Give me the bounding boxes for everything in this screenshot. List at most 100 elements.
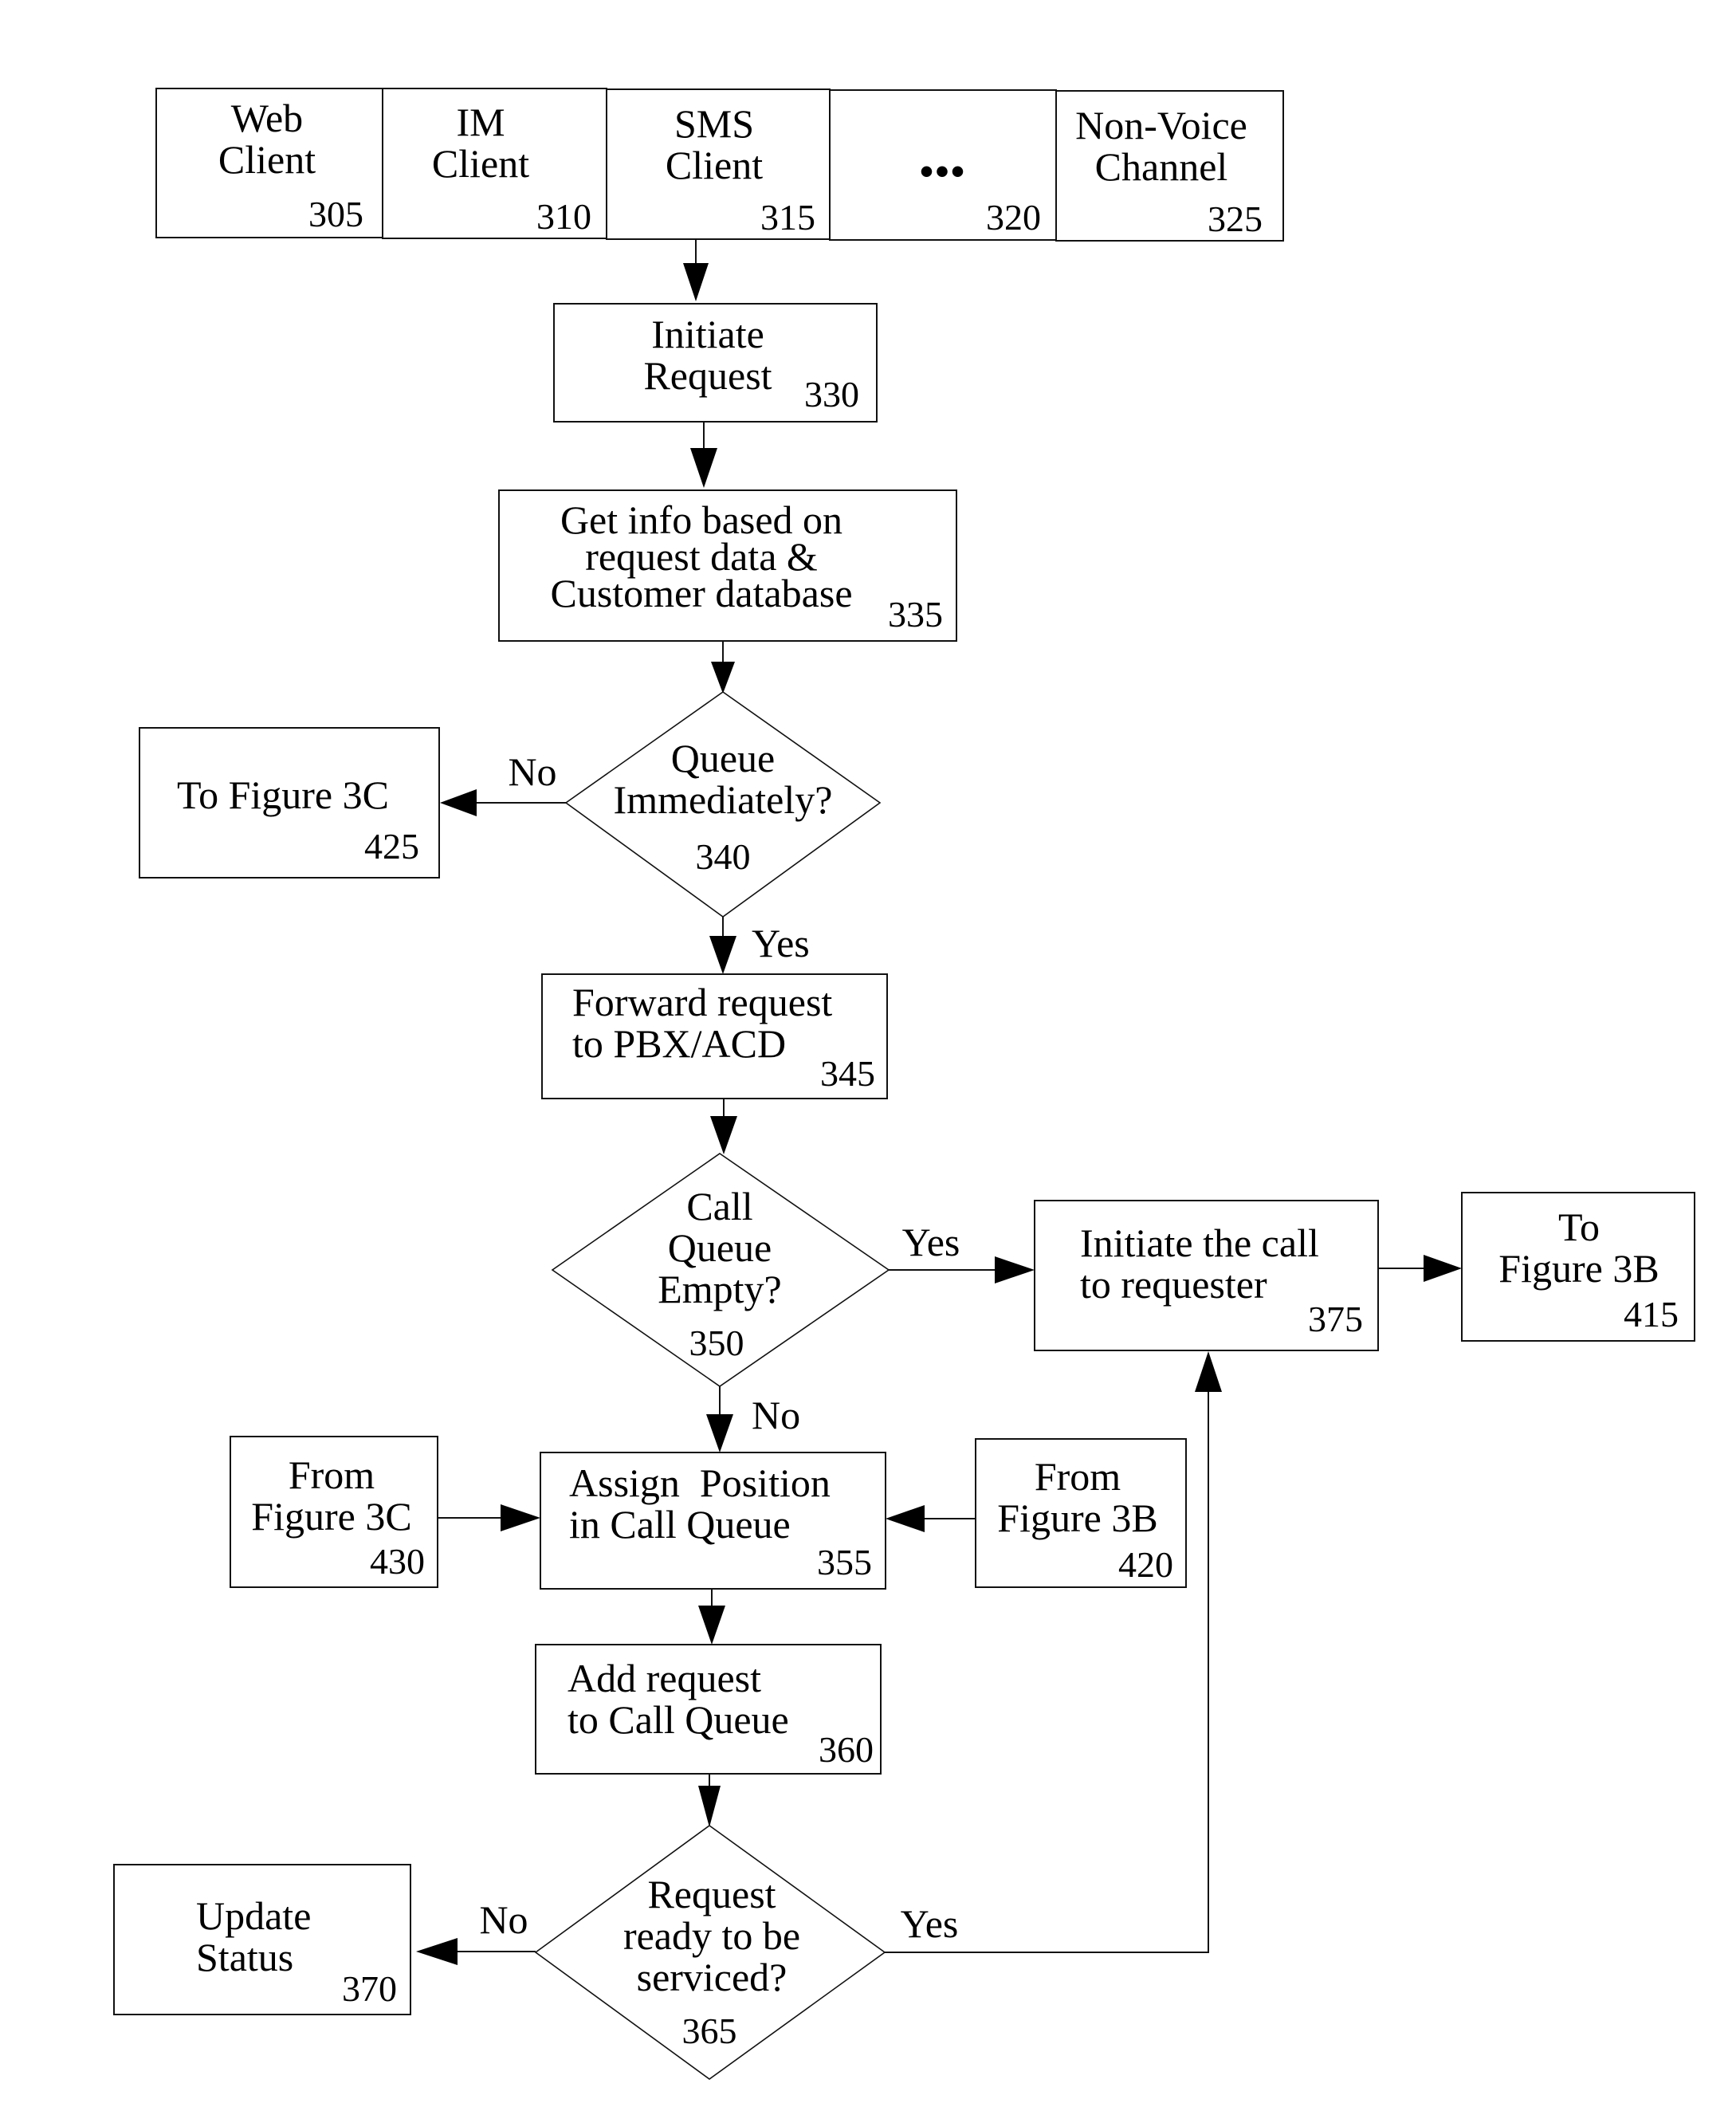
arrowhead-right-icon (1424, 1255, 1462, 1282)
flowchart: Web Client 305 IM Client 310 SMS Client … (113, 88, 1695, 2080)
node-415-to-figure-3b: To Figure 3B 415 (1461, 1192, 1695, 1342)
channel-label-line: Web (231, 96, 303, 140)
node-label-line: Figure 3B (997, 1496, 1157, 1540)
node-ref-number: 345 (820, 1053, 875, 1094)
node-label-line: Add request (568, 1656, 761, 1700)
channel-label-line: SMS (674, 101, 754, 146)
edge-365-to-370-no: No (416, 1897, 536, 1965)
node-label-line: Empty? (658, 1267, 782, 1311)
node-label-line: serviced? (637, 1955, 787, 1999)
node-ref-number: 365 (682, 2011, 737, 2051)
channel-ref-number: 305 (308, 194, 363, 234)
node-ref-number: 350 (689, 1323, 744, 1363)
node-430-from-figure-3c: From Figure 3C 430 (230, 1436, 438, 1588)
edge-330-to-335 (690, 422, 717, 488)
node-label-line: Customer database (550, 571, 852, 615)
node-370-update-status: Update Status 370 (113, 1864, 411, 2015)
arrowhead-left-icon (416, 1938, 458, 1965)
node-label-line: ready to be (623, 1913, 800, 1958)
node-label-line: To Figure 3C (177, 772, 389, 817)
edge-355-to-360 (698, 1589, 725, 1645)
node-label-line: Initiate the call (1080, 1221, 1319, 1265)
edge-label-no: No (508, 749, 556, 794)
edge-345-to-350 (710, 1099, 737, 1154)
edge-channels-to-330 (683, 239, 709, 301)
ellipsis-icon: ••• (920, 149, 967, 194)
channel-ref-number: 315 (760, 197, 815, 238)
node-label-line: Status (196, 1935, 293, 1979)
edge-350-to-375-yes: Yes (889, 1220, 1035, 1283)
arrowhead-down-icon (683, 263, 709, 301)
edge-label-yes: Yes (901, 1901, 959, 1946)
node-355-assign-position: Assign Position in Call Queue 355 (540, 1452, 886, 1590)
node-label-line: Queue (668, 1225, 772, 1270)
node-label-line: Update (196, 1893, 311, 1938)
node-ref-number: 420 (1118, 1544, 1173, 1585)
channel-ref-number: 325 (1208, 199, 1263, 239)
edge-label-no: No (752, 1393, 800, 1437)
node-ref-number: 430 (370, 1541, 425, 1582)
node-ref-number: 360 (819, 1729, 874, 1770)
channel-web-client: Web Client 305 (155, 88, 383, 238)
node-ref-number: 375 (1308, 1299, 1363, 1339)
channel-label-line: Client (218, 137, 316, 182)
decision-350-call-queue-empty: Call Queue Empty? 350 (551, 1153, 890, 1387)
arrowhead-left-icon (886, 1505, 925, 1532)
channel-label-line: IM (456, 100, 505, 144)
node-ref-number: 370 (342, 1968, 397, 2009)
node-label-line: Immediately? (614, 777, 833, 822)
edge-335-to-340 (711, 641, 735, 694)
edge-360-to-365 (698, 1774, 721, 1827)
node-label-line: Figure 3C (251, 1494, 411, 1539)
node-label-line: to PBX/ACD (572, 1021, 786, 1066)
node-label-line: To (1558, 1205, 1600, 1249)
node-label-line: Figure 3B (1498, 1246, 1659, 1291)
node-335-get-info: Get info based on request data & Custome… (498, 489, 957, 642)
arrowhead-down-icon (711, 662, 735, 694)
channel-non-voice: Non-Voice Channel 325 (1055, 90, 1284, 242)
node-label-line: to requester (1080, 1262, 1267, 1307)
channel-row: Web Client 305 IM Client 310 SMS Client … (155, 88, 1284, 242)
node-ref-number: 330 (804, 374, 859, 415)
edge-350-to-355-no: No (706, 1386, 800, 1452)
arrowhead-down-icon (698, 1606, 725, 1645)
node-375-initiate-call: Initiate the call to requester 375 (1034, 1200, 1379, 1351)
channel-label-line: Non-Voice (1075, 103, 1247, 147)
edge-label-yes: Yes (902, 1220, 960, 1264)
arrowhead-down-icon (706, 1414, 733, 1452)
channel-im-client: IM Client 310 (382, 88, 607, 239)
node-label-line: to Call Queue (568, 1697, 789, 1742)
edge-420-to-355 (886, 1505, 976, 1532)
node-ref-number: 335 (888, 594, 943, 635)
arrowhead-up-icon (1195, 1351, 1222, 1392)
node-330-initiate-request: Initiate Request 330 (553, 303, 878, 423)
arrowhead-down-icon (698, 1786, 721, 1827)
arrowhead-right-icon (995, 1256, 1035, 1283)
node-label-line: From (289, 1452, 375, 1497)
decision-365-request-ready: Request ready to be serviced? 365 (534, 1825, 886, 2080)
channel-label-line: Client (432, 141, 529, 186)
node-360-add-request: Add request to Call Queue 360 (535, 1644, 882, 1775)
edge-375-to-415 (1378, 1255, 1462, 1282)
edge-340-to-345-yes: Yes (709, 917, 810, 974)
node-ref-number: 425 (364, 826, 419, 867)
node-ref-number: 415 (1624, 1294, 1679, 1335)
channel-sms-client: SMS Client 315 (606, 88, 831, 240)
arrowhead-left-icon (440, 789, 477, 816)
edge-label-yes: Yes (752, 921, 810, 965)
edge-430-to-355 (438, 1504, 540, 1531)
arrowhead-down-icon (709, 936, 736, 974)
node-425-to-figure-3c: To Figure 3C 425 (139, 727, 440, 879)
node-420-from-figure-3b: From Figure 3B 420 (975, 1438, 1187, 1588)
channel-label-line: Channel (1095, 144, 1228, 189)
node-label-line: From (1035, 1454, 1121, 1499)
channel-ref-number: 320 (986, 197, 1041, 238)
arrowhead-down-icon (690, 448, 717, 488)
node-label-line: Request (643, 353, 772, 398)
node-label-line: in Call Queue (569, 1502, 791, 1547)
node-label-line: Forward request (572, 980, 832, 1024)
node-ref-number: 355 (817, 1542, 872, 1582)
arrowhead-right-icon (501, 1504, 540, 1531)
edge-label-no: No (479, 1897, 528, 1942)
node-label-line: Initiate (651, 312, 764, 356)
